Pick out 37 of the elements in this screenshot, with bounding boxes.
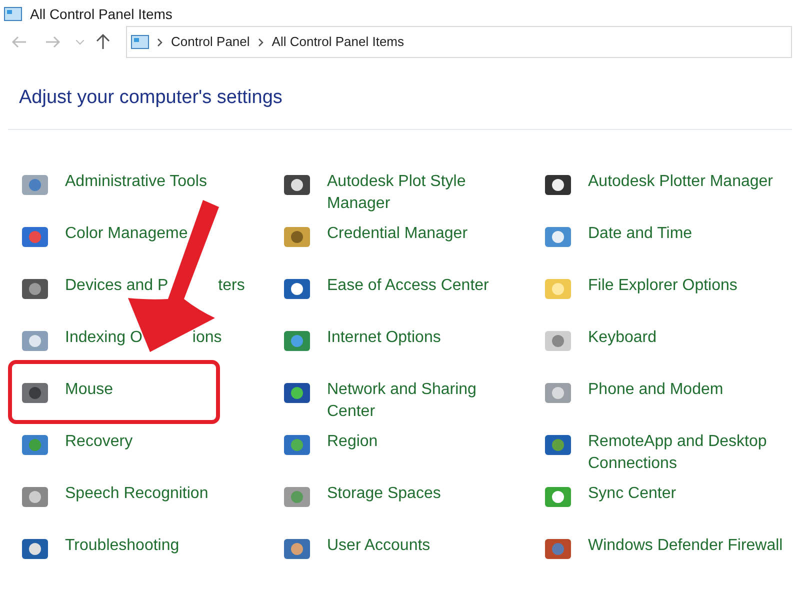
item-label[interactable]: Autodesk Plotter Manager <box>588 170 773 192</box>
address-bar[interactable]: Control Panel All Control Panel Items <box>126 26 792 58</box>
breadcrumb[interactable]: All Control Panel Items <box>272 32 404 52</box>
item-label[interactable]: Autodesk Plot Style Manager <box>327 170 527 214</box>
item-label[interactable]: Phone and Modem <box>588 378 724 400</box>
chevron-icon <box>157 38 163 46</box>
item-label[interactable]: RemoteApp and Desktop Connections <box>588 430 788 474</box>
item-label[interactable]: Network and Sharing Center <box>327 378 527 422</box>
item-label[interactable]: Credential Manager <box>327 222 468 244</box>
breadcrumb[interactable]: Control Panel <box>171 32 250 52</box>
item-label[interactable]: Administrative Tools <box>65 170 207 192</box>
item-label[interactable]: File Explorer Options <box>588 274 738 296</box>
item-label[interactable]: Devices and P <box>65 274 168 296</box>
item-label[interactable]: Internet Options <box>327 326 441 348</box>
item-label[interactable]: Ease of Access Center <box>327 274 489 296</box>
window-title: All Control Panel Items <box>30 4 172 24</box>
item-label[interactable]: Date and Time <box>588 222 692 244</box>
item-label[interactable]: User Accounts <box>327 534 430 556</box>
up-button[interactable] <box>96 34 110 50</box>
item-label[interactable]: Keyboard <box>588 326 656 348</box>
item-label[interactable]: ions <box>192 326 222 348</box>
control-panel-icon <box>4 7 22 21</box>
item-label[interactable]: Speech Recognition <box>65 482 208 504</box>
item-label[interactable]: Indexing O <box>65 326 142 348</box>
item-label[interactable]: ters <box>218 274 245 296</box>
control-panel-icon <box>131 35 149 49</box>
caret-icon[interactable] <box>76 40 84 44</box>
item-label[interactable]: Sync Center <box>588 482 676 504</box>
item-label[interactable]: Storage Spaces <box>327 482 441 504</box>
item-label[interactable]: Color Manageme <box>65 222 188 244</box>
item-label[interactable]: Recovery <box>65 430 133 452</box>
chevron-icon <box>258 38 264 46</box>
page-heading: Adjust your computer's settings <box>19 86 284 110</box>
item-label[interactable]: Mouse <box>65 378 114 400</box>
item-label[interactable]: Region <box>327 430 378 452</box>
item-label[interactable]: Troubleshooting <box>65 534 180 556</box>
item-label[interactable]: Windows Defender Firewall <box>588 534 783 556</box>
